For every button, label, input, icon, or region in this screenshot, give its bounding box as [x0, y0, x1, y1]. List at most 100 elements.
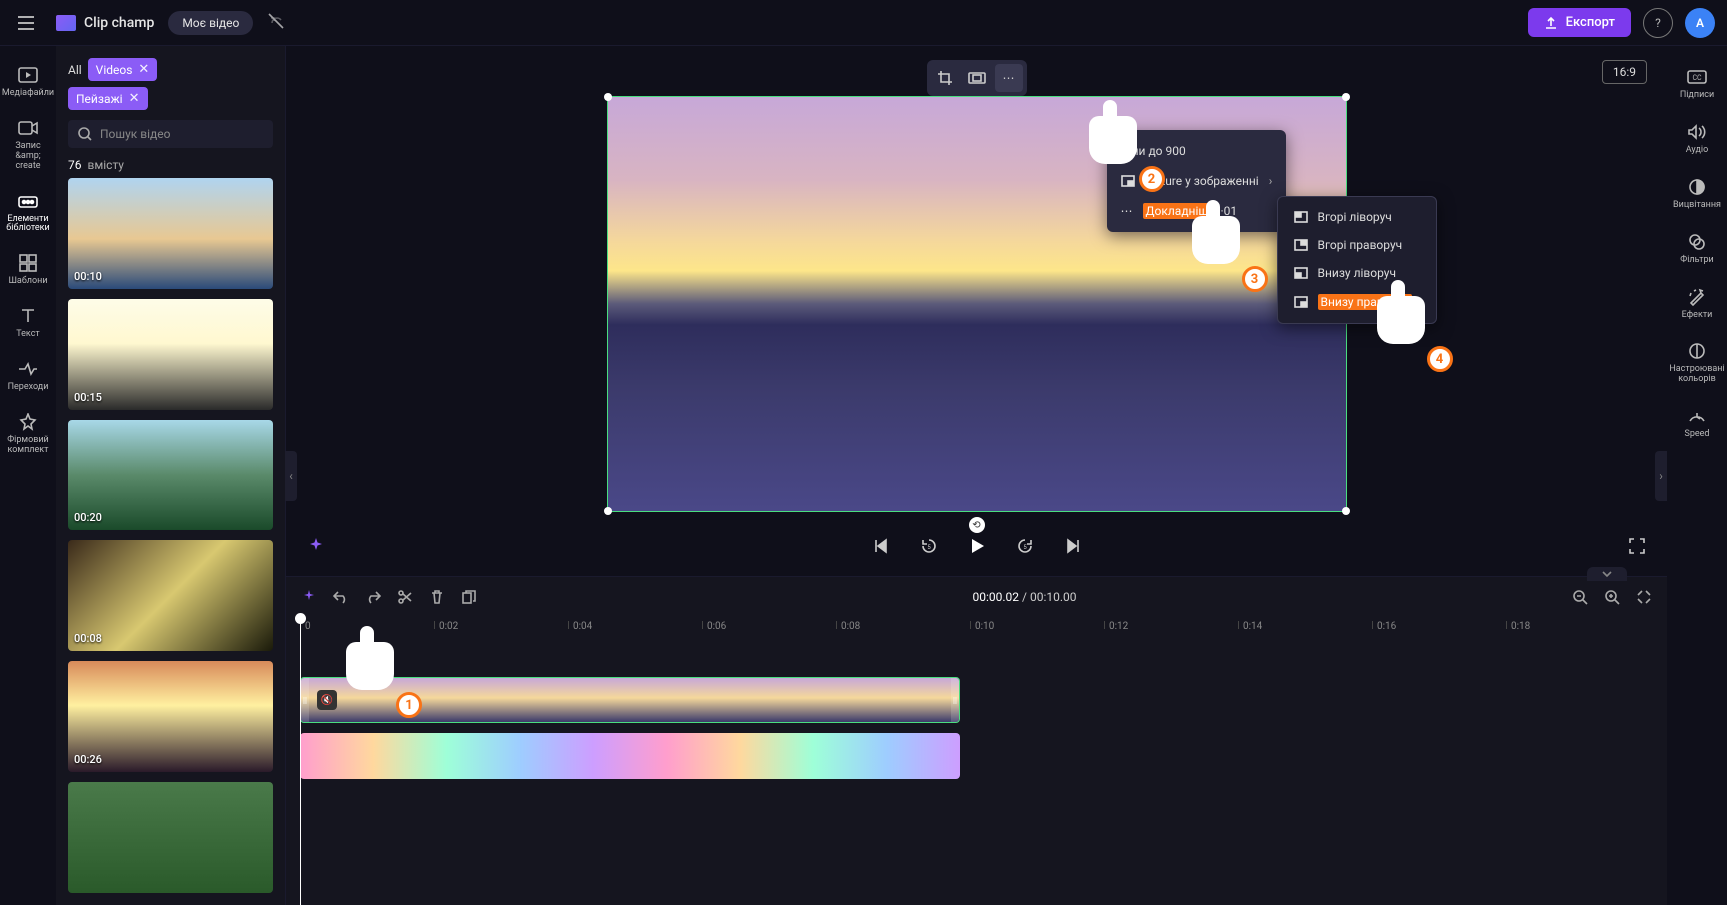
search-icon: [78, 127, 92, 141]
ctx-item-more[interactable]: ⋯ Докладніше ·01: [1107, 196, 1287, 226]
rail-filters[interactable]: Фільтри: [1667, 223, 1727, 274]
preview-area: ⋯ 16:9 ⟲ з'їли до 900 Picture у зображен…: [286, 46, 1667, 576]
project-name[interactable]: Моє відео: [168, 11, 253, 35]
pip-icon: [1121, 175, 1135, 187]
timeline-ruler[interactable]: 00:020:040:060:080:100:120:140:160:18: [286, 617, 1667, 637]
submenu-bottom-right[interactable]: Внизу праворуч: [1278, 287, 1436, 317]
delete-button[interactable]: [428, 588, 446, 606]
media-thumb[interactable]: 00:10: [68, 178, 273, 289]
clipchamp-logo-icon: [56, 15, 76, 31]
duplicate-button[interactable]: [460, 588, 478, 606]
rail-library[interactable]: Елементи бібліотеки: [0, 182, 56, 243]
thumb-duration: 00:10: [74, 270, 102, 283]
skip-start-button[interactable]: [871, 536, 891, 556]
clip-handle-left[interactable]: ||: [301, 678, 309, 722]
media-thumb[interactable]: 00:20: [68, 420, 273, 531]
play-button[interactable]: [967, 536, 987, 556]
submenu-top-right[interactable]: Вгорі праворуч: [1278, 231, 1436, 259]
top-bar: Clip champ Моє відео Експорт ? A: [0, 0, 1727, 46]
resize-handle-bl[interactable]: [604, 507, 612, 515]
rail-templates[interactable]: Шаблони: [0, 244, 56, 295]
zoom-in-button[interactable]: [1603, 588, 1621, 606]
svg-text:5: 5: [1023, 544, 1027, 551]
thumb-duration: 00:15: [74, 391, 102, 404]
ellipsis-icon: ⋯: [1121, 204, 1133, 218]
rail-audio[interactable]: Аудіо: [1667, 113, 1727, 164]
zoom-fit-button[interactable]: [1635, 588, 1653, 606]
aspect-ratio-button[interactable]: 16:9: [1602, 60, 1647, 84]
app-name: Clip champ: [84, 15, 154, 31]
submenu-position: Вгорі ліворуч Вгорі праворуч Внизу лівор…: [1277, 196, 1437, 324]
timeline-collapse-button[interactable]: [1587, 567, 1627, 581]
collapse-right-panel-button[interactable]: ›: [1655, 451, 1667, 501]
submenu-bottom-left[interactable]: Внизу ліворуч: [1278, 259, 1436, 287]
resize-handle-tl[interactable]: [604, 93, 612, 101]
rail-media[interactable]: Медіафайли: [0, 56, 56, 107]
rail-color[interactable]: Настроювані кольорів: [1667, 332, 1727, 393]
thumb-duration: 00:20: [74, 511, 102, 524]
search-input[interactable]: Пошук відео: [68, 120, 273, 148]
submenu-top-left[interactable]: Вгорі ліворуч: [1278, 203, 1436, 231]
media-thumb[interactable]: 00:15: [68, 299, 273, 410]
ruler-tick: 0:16: [1372, 621, 1396, 629]
pip-bl-icon: [1294, 267, 1308, 279]
thumb-duration: 00:26: [74, 753, 102, 766]
skip-end-button[interactable]: [1063, 536, 1083, 556]
rail-brand[interactable]: Фірмовий комплект: [0, 403, 56, 464]
fit-button[interactable]: [963, 64, 991, 92]
clip-handle-right[interactable]: ||: [951, 678, 959, 722]
svg-text:5: 5: [927, 544, 931, 551]
rail-effects[interactable]: Ефекти: [1667, 278, 1727, 329]
resize-handle-tr[interactable]: [1342, 93, 1350, 101]
chip-tag-remove-icon[interactable]: ✕: [129, 91, 140, 106]
pip-tr-icon: [1294, 239, 1308, 251]
ruler-tick: 0:02: [434, 621, 458, 629]
pip-tl-icon: [1294, 211, 1308, 223]
rail-captions[interactable]: CC Підписи: [1667, 58, 1727, 109]
video-clip[interactable]: || || 🔇: [300, 677, 960, 723]
pip-br-icon: [1294, 296, 1308, 308]
redo-button[interactable]: [364, 588, 382, 606]
timeline: 00:00.02 / 00:10.00 00:020:040:060:080:1…: [286, 576, 1667, 905]
chip-tag[interactable]: Пейзажі ✕: [68, 87, 148, 110]
user-avatar[interactable]: A: [1685, 8, 1715, 38]
ruler-tick: 0:12: [1104, 621, 1128, 629]
mute-icon[interactable]: 🔇: [317, 690, 337, 710]
playback-controls: 5 5: [286, 526, 1667, 566]
help-button[interactable]: ?: [1643, 8, 1673, 38]
playhead[interactable]: [300, 617, 301, 905]
split-button[interactable]: [396, 588, 414, 606]
ctx-item-pip[interactable]: Picture у зображенні ›: [1107, 166, 1287, 196]
svg-text:CC: CC: [1692, 74, 1702, 82]
undo-button[interactable]: [332, 588, 350, 606]
thumb-duration: 00:08: [74, 632, 102, 645]
zoom-out-button[interactable]: [1571, 588, 1589, 606]
gradient-clip[interactable]: [300, 733, 960, 779]
chip-videos-remove-icon[interactable]: ✕: [138, 62, 149, 77]
media-thumb[interactable]: 00:26: [68, 661, 273, 772]
rail-text[interactable]: Текст: [0, 297, 56, 348]
rail-fade[interactable]: Вицвітання: [1667, 168, 1727, 219]
media-thumb[interactable]: [68, 782, 273, 893]
rail-record[interactable]: Запис &amp; create: [0, 109, 56, 180]
export-button[interactable]: Експорт: [1528, 8, 1631, 37]
fullscreen-button[interactable]: [1627, 536, 1647, 556]
media-thumbnails: 00:10 00:15 00:20 00:08 00:26: [56, 178, 285, 905]
rewind-5-button[interactable]: 5: [919, 536, 939, 556]
export-label: Експорт: [1566, 15, 1615, 30]
menu-button[interactable]: [12, 9, 40, 37]
breadcrumb-all[interactable]: All: [68, 63, 82, 77]
ruler-tick: 0:06: [702, 621, 726, 629]
rail-speed[interactable]: Speed: [1667, 397, 1727, 448]
more-options-button[interactable]: ⋯: [995, 64, 1023, 92]
chip-videos[interactable]: Videos ✕: [88, 58, 158, 81]
resize-handle-br[interactable]: [1342, 507, 1350, 515]
ctx-item-resize[interactable]: з'їли до 900: [1107, 136, 1287, 166]
forward-5-button[interactable]: 5: [1015, 536, 1035, 556]
rail-transitions[interactable]: Переходи: [0, 350, 56, 401]
ai-sparkle-icon[interactable]: [300, 588, 318, 606]
media-thumb[interactable]: 00:08: [68, 540, 273, 651]
crop-button[interactable]: [931, 64, 959, 92]
ruler-tick: 0:14: [1238, 621, 1262, 629]
ai-sparkle-button[interactable]: [306, 536, 326, 556]
